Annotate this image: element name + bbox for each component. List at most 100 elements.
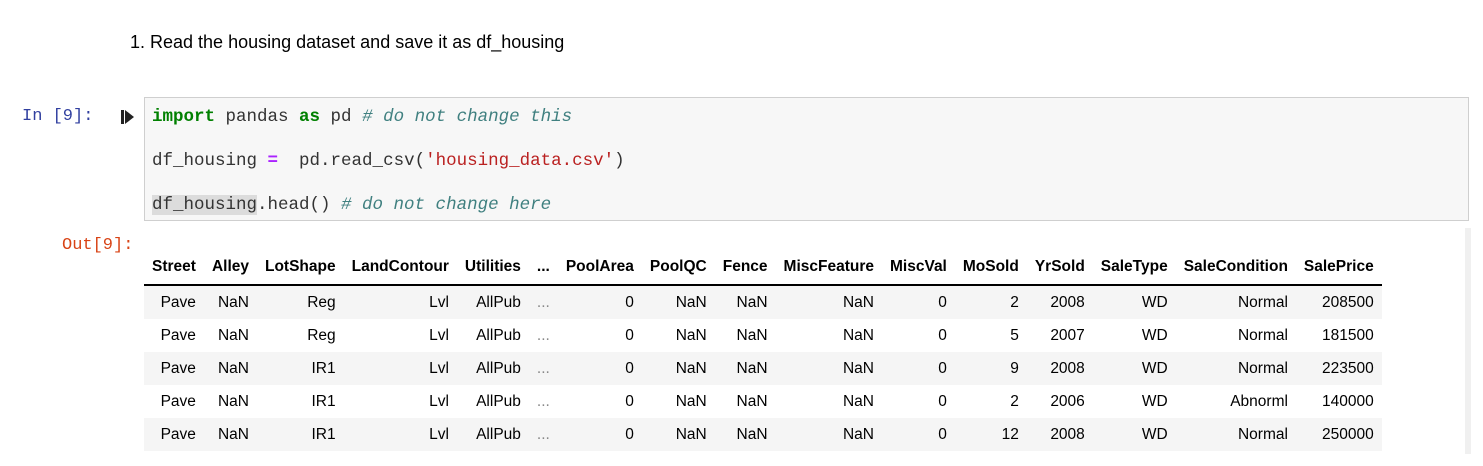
table-cell: NaN	[217, 392, 249, 410]
table-cell: 5	[1010, 326, 1019, 344]
column-header: MoSold	[954, 250, 1027, 286]
output-prompt: Out[9]:	[62, 236, 134, 255]
code-line-3: df_housing.head() # do not change here	[152, 195, 551, 215]
table-cell: AllPub	[476, 326, 521, 344]
read-csv-call: pd.read_csv(	[278, 151, 426, 171]
table-cell: NaN	[842, 293, 874, 311]
table-cell: Lvl	[429, 392, 449, 410]
highlighted-variable: df_housing	[152, 195, 258, 215]
table-cell: 0	[938, 326, 947, 344]
table-cell: 2008	[1050, 293, 1085, 311]
table-cell: NaN	[842, 326, 874, 344]
table-cell: 223500	[1322, 359, 1374, 377]
csv-filename-string: 'housing_data.csv'	[425, 151, 615, 171]
head-call: .head()	[257, 195, 342, 215]
column-header: SaleType	[1092, 250, 1176, 286]
table-cell: NaN	[675, 425, 707, 443]
dataframe-output-table: Street Alley LotShape LandContour Utilit…	[144, 250, 1382, 451]
table-cell: WD	[1141, 293, 1168, 311]
keyword-as: as	[299, 107, 321, 127]
table-cell: 12	[1001, 425, 1019, 443]
table-cell: Reg	[307, 326, 336, 344]
column-header: Street	[144, 250, 204, 286]
table-cell: Normal	[1237, 359, 1288, 377]
table-cell: 0	[625, 425, 634, 443]
run-cell-icon[interactable]	[121, 108, 135, 126]
column-header: SaleCondition	[1175, 250, 1296, 286]
table-cell: 0	[625, 359, 634, 377]
table-row: Pave NaN IR1 Lvl AllPub... 0 NaN NaN NaN 0 2 2006 WD…	[144, 385, 1382, 418]
table-header-row: Street Alley LotShape LandContour Utilit…	[144, 250, 1382, 286]
output-scrollbar[interactable]	[1465, 228, 1471, 454]
table-cell: NaN	[842, 425, 874, 443]
table-cell: 250000	[1322, 425, 1374, 443]
table-cell: 208500	[1322, 293, 1374, 311]
code-comment-3: # do not change here	[341, 195, 552, 215]
table-cell: AllPub	[476, 425, 521, 443]
table-cell: Reg	[307, 293, 336, 311]
table-body: Pave NaN Reg Lvl AllPub... 0 NaN NaN NaN 0 2 2008 WD…	[144, 285, 1382, 451]
code-comment-1: # do not change this	[362, 107, 573, 127]
table-cell: NaN	[736, 359, 768, 377]
table-cell: NaN	[217, 425, 249, 443]
column-header: LandContour	[343, 250, 457, 286]
table-cell: 181500	[1322, 326, 1374, 344]
table-cell: 2006	[1050, 392, 1085, 410]
table-cell: AllPub	[476, 359, 521, 377]
column-header: ...	[528, 250, 558, 286]
table-cell: Lvl	[429, 359, 449, 377]
table-cell: NaN	[675, 392, 707, 410]
table-cell: NaN	[217, 293, 249, 311]
table-cell: 2008	[1050, 425, 1085, 443]
table-cell: 0	[625, 293, 634, 311]
table-cell: ...	[536, 293, 550, 311]
table-cell: 0	[625, 326, 634, 344]
column-header: MiscVal	[882, 250, 955, 286]
table-cell: Lvl	[429, 425, 449, 443]
table-cell: NaN	[217, 326, 249, 344]
table-cell: 0	[938, 359, 947, 377]
table-cell: WD	[1141, 425, 1168, 443]
table-cell: Pave	[160, 359, 196, 377]
code-line-1: import pandas as pd # do not change this	[152, 107, 572, 127]
table-cell: IR1	[311, 392, 336, 410]
column-header: YrSold	[1026, 250, 1093, 286]
table-cell: IR1	[311, 359, 336, 377]
table-cell: NaN	[842, 359, 874, 377]
table-row: Pave NaN Reg Lvl AllPub... 0 NaN NaN NaN 0 5 2007 WD…	[144, 319, 1382, 352]
table-cell: NaN	[675, 326, 707, 344]
table-cell: 2007	[1050, 326, 1085, 344]
table-cell: Abnorml	[1230, 392, 1288, 410]
code-cell-editor[interactable]: import pandas as pd # do not change this…	[144, 97, 1469, 221]
column-header: Utilities	[456, 250, 529, 286]
table-cell: Pave	[160, 392, 196, 410]
table-cell: NaN	[217, 359, 249, 377]
column-header: SalePrice	[1295, 250, 1382, 286]
table-cell: ...	[536, 425, 550, 443]
table-cell: IR1	[311, 425, 336, 443]
table-cell: NaN	[675, 293, 707, 311]
table-cell: Pave	[160, 293, 196, 311]
code-line-2: df_housing = pd.read_csv('housing_data.c…	[152, 151, 625, 171]
table-cell: NaN	[842, 392, 874, 410]
column-header: MiscFeature	[775, 250, 882, 286]
input-prompt: In [9]:	[22, 107, 94, 126]
table-cell: WD	[1141, 392, 1168, 410]
table-cell: 0	[938, 392, 947, 410]
table-cell: NaN	[736, 425, 768, 443]
table-row: Pave NaN Reg Lvl AllPub... 0 NaN NaN NaN 0 2 2008 WD…	[144, 285, 1382, 319]
table-cell: Lvl	[429, 293, 449, 311]
table-cell: ...	[536, 359, 550, 377]
keyword-import: import	[152, 107, 216, 127]
assign-operator: =	[267, 151, 279, 171]
column-header: Fence	[714, 250, 776, 286]
table-cell: NaN	[736, 293, 768, 311]
table-cell: ...	[536, 326, 550, 344]
markdown-instruction: 1. Read the housing dataset and save it …	[130, 32, 565, 52]
table-cell: WD	[1141, 359, 1168, 377]
table-cell: 9	[1010, 359, 1019, 377]
table-cell: 2008	[1050, 359, 1085, 377]
column-header: PoolQC	[641, 250, 715, 286]
table-cell: Normal	[1237, 425, 1288, 443]
table-cell: 0	[625, 392, 634, 410]
